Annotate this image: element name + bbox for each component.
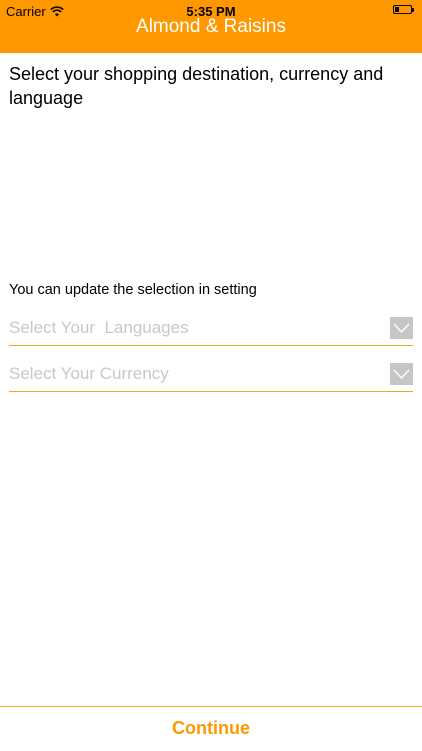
page-title: Almond & Raisins [136, 16, 286, 37]
chevron-down-icon[interactable] [390, 317, 413, 339]
nav-bar: Carrier 5:35 PM Almond & Raisins [0, 0, 422, 53]
battery-icon [393, 5, 415, 15]
intro-text: Select your shopping destination, curren… [9, 64, 384, 108]
chevron-down-icon[interactable] [390, 363, 413, 385]
language-select-placeholder: Select Your Languages [9, 318, 189, 337]
currency-select[interactable]: Select Your Currency [9, 361, 413, 392]
continue-button[interactable]: Continue [0, 718, 422, 739]
currency-select-placeholder: Select Your Currency [9, 364, 169, 383]
footer: Continue [0, 706, 422, 751]
language-select[interactable]: Select Your Languages [9, 315, 413, 346]
hint-text: You can update the selection in setting [9, 282, 257, 298]
